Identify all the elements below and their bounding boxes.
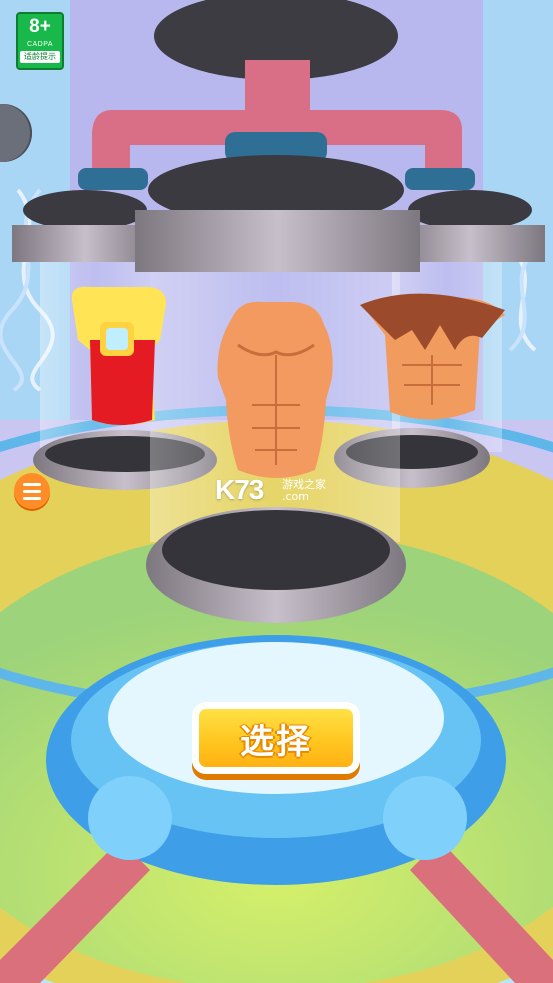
age-rating-tip: 适龄提示 bbox=[20, 51, 60, 63]
muscle-torso bbox=[217, 301, 333, 478]
age-rating-value: 8+ bbox=[29, 16, 51, 37]
watermark-logo: K73 bbox=[215, 474, 264, 505]
age-rating-badge: 8+ CADPA 适龄提示 bbox=[16, 12, 64, 70]
age-rating-org: CADPA bbox=[26, 41, 54, 48]
select-button[interactable]: 选择 bbox=[192, 702, 360, 774]
list-icon[interactable] bbox=[14, 473, 50, 509]
watermark: K73 游戏之家 .com bbox=[215, 474, 326, 506]
select-button-label: 选择 bbox=[240, 721, 312, 762]
lab-scene bbox=[0, 0, 553, 983]
watermark-domain: .com bbox=[282, 490, 309, 503]
